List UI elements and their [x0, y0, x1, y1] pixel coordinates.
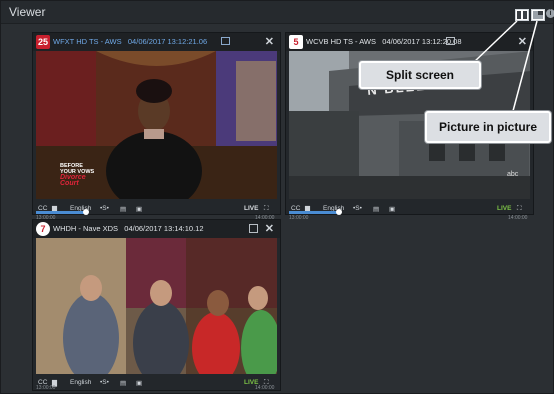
title-bar: Viewer i [1, 1, 554, 24]
split-screen-callout: Split screen [359, 61, 481, 89]
logo-text: 25 [37, 37, 48, 47]
channel-logo: 25 [36, 35, 50, 49]
channel-name: WHDH - Nave XDS [53, 224, 119, 233]
close-icon[interactable]: ✕ [265, 222, 274, 235]
viewer-window: Viewer i 25 WFXT HD TS - AWS 04/06/2017 … [0, 0, 554, 394]
export-icon[interactable]: ▤ [120, 379, 126, 387]
channel-name: WCVB HD TS - AWS [306, 37, 377, 46]
time-start: 13:00:00 [36, 385, 56, 391]
video-panel-3[interactable]: 7 WHDH - Nave XDS 04/06/2017 13:14:10.12… [32, 219, 281, 391]
speed-button[interactable]: •S• [100, 205, 109, 212]
info-icon[interactable]: i [546, 9, 554, 18]
calendar-icon[interactable] [446, 37, 455, 45]
video-feed[interactable] [36, 238, 277, 374]
export-icon[interactable]: ▤ [373, 205, 379, 213]
logo-text: 7 [40, 224, 46, 234]
network-logo: abc [507, 171, 519, 178]
panel-title: WCVB HD TS - AWS 04/06/2017 13:12:20.08 [306, 37, 462, 46]
monitor-icon[interactable]: ▣ [136, 205, 142, 213]
language-select[interactable]: English [70, 379, 91, 386]
time-start: 13:00:00 [289, 215, 309, 221]
calendar-icon[interactable] [221, 37, 230, 45]
panel-title: WHDH - Nave XDS 04/06/2017 13:14:10.12 [53, 224, 204, 233]
time-end: 14:00:00 [508, 215, 528, 221]
video-feed[interactable]: BEFORE YOUR VOWS Divorce Court [36, 51, 277, 199]
progress-knob[interactable] [83, 209, 89, 215]
speed-button[interactable]: •S• [353, 205, 362, 212]
progress-knob[interactable] [336, 209, 342, 215]
panel-timestamp: 04/06/2017 13:12:21.06 [127, 37, 208, 46]
picture-in-picture-callout-text: Picture in picture [438, 120, 538, 134]
show-logo-line-4: Court [60, 180, 79, 187]
fullscreen-icon[interactable]: ⛶ [264, 205, 269, 213]
playback-controls: CC ▇ English •S• ▤ ▣ LIVE ⛶ [289, 203, 530, 217]
progress-bar[interactable] [36, 211, 86, 214]
panel-header: 5 WCVB HD TS - AWS 04/06/2017 13:12:20.0… [286, 33, 533, 51]
close-icon[interactable]: ✕ [265, 35, 274, 48]
show-logo: BEFORE YOUR VOWS Divorce Court [60, 163, 94, 187]
split-screen-icon[interactable] [515, 9, 529, 21]
picture-in-picture-icon[interactable] [531, 9, 545, 21]
panel-header: 25 WFXT HD TS - AWS 04/06/2017 13:12:21.… [33, 33, 280, 51]
export-icon[interactable]: ▤ [120, 205, 126, 213]
panel-title: WFXT HD TS - AWS 04/06/2017 13:12:21.06 [53, 37, 207, 46]
channel-name: WFXT HD TS - AWS [53, 37, 122, 46]
picture-in-picture-callout: Picture in picture [425, 111, 551, 143]
channel-logo: 7 [36, 222, 50, 236]
time-end: 14:00:00 [255, 385, 275, 391]
progress-bar[interactable] [289, 211, 339, 214]
panel-timestamp: 04/06/2017 13:14:10.12 [124, 224, 204, 233]
video-panel-1[interactable]: 25 WFXT HD TS - AWS 04/06/2017 13:12:21.… [32, 32, 281, 221]
close-icon[interactable]: ✕ [518, 35, 527, 48]
pin-icon[interactable] [249, 224, 258, 233]
channel-logo: 5 [289, 35, 303, 49]
window-title: Viewer [9, 5, 46, 19]
live-indicator[interactable]: LIVE [244, 205, 258, 212]
panel-header: 7 WHDH - Nave XDS 04/06/2017 13:14:10.12… [33, 220, 280, 238]
monitor-icon[interactable]: ▣ [136, 379, 142, 387]
monitor-icon[interactable]: ▣ [389, 205, 395, 213]
speed-button[interactable]: •S• [100, 379, 109, 386]
split-screen-callout-text: Split screen [385, 68, 455, 82]
playback-controls: CC ▇ English •S• ▤ ▣ LIVE ⛶ [36, 377, 277, 391]
live-indicator[interactable]: LIVE [497, 205, 511, 212]
fullscreen-icon[interactable]: ⛶ [517, 205, 522, 213]
playback-controls: CC ▇ English •S• ▤ ▣ LIVE ⛶ [36, 203, 277, 217]
logo-text: 5 [293, 37, 299, 47]
